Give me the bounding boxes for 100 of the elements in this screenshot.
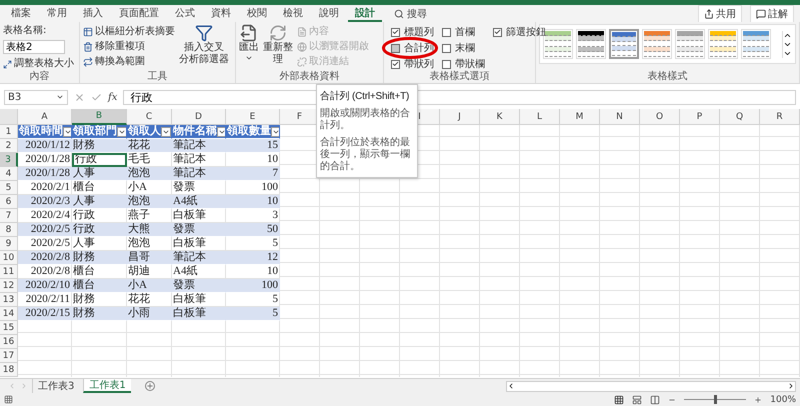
table-style-thumbnail[interactable] — [609, 29, 639, 59]
row-header[interactable]: 2 — [0, 139, 18, 153]
row-header[interactable]: 4 — [0, 167, 18, 181]
ribbon-tab[interactable]: 檢視 — [276, 5, 310, 22]
tool-button[interactable]: 轉換為範圍 — [83, 55, 175, 69]
filter-dropdown-button[interactable] — [117, 126, 126, 136]
row-header[interactable]: 12 — [0, 279, 18, 293]
style-option-checkbox[interactable]: 末欄 — [442, 41, 485, 55]
group-title: 表格樣式選項 — [430, 71, 490, 83]
normal-view-icon[interactable] — [614, 394, 624, 404]
style-option-checkbox[interactable]: 標題列 — [391, 25, 434, 39]
filter-dropdown-button[interactable] — [63, 126, 71, 136]
row-header[interactable]: 1 — [0, 125, 18, 139]
style-option-checkbox[interactable]: 帶狀列 — [391, 57, 434, 71]
search-box[interactable]: 搜尋 — [394, 6, 427, 20]
ribbon-tab[interactable]: 公式 — [168, 5, 202, 22]
name-box[interactable]: B3 — [4, 90, 68, 104]
column-header[interactable]: D — [172, 109, 226, 125]
row-header[interactable]: 8 — [0, 223, 18, 237]
ribbon-tab[interactable]: 頁面配置 — [112, 5, 166, 22]
page-layout-icon[interactable] — [632, 394, 642, 404]
row-header[interactable]: 15 — [0, 321, 18, 335]
scroll-right-icon[interactable] — [787, 382, 795, 390]
column-header[interactable]: P — [680, 109, 720, 125]
table-cell: 人事 — [72, 195, 127, 209]
row-header[interactable]: 18 — [0, 363, 18, 377]
column-header[interactable]: J — [440, 109, 480, 125]
check-icon — [392, 28, 399, 36]
ribbon-tab[interactable]: 資料 — [204, 5, 238, 22]
check-icon — [494, 28, 501, 36]
ribbon-tab[interactable]: 校閱 — [240, 5, 274, 22]
ribbon-tab[interactable]: 檔案 — [4, 5, 38, 22]
filter-dropdown-button[interactable] — [217, 126, 225, 136]
column-header[interactable]: R — [760, 109, 800, 125]
table-cell: 2020/1/28 — [18, 167, 72, 181]
row-header[interactable]: 5 — [0, 181, 18, 195]
column-header[interactable]: Q — [720, 109, 760, 125]
row-header[interactable]: 11 — [0, 265, 18, 279]
column-header[interactable]: K — [480, 109, 520, 125]
table-cell: 12 — [226, 251, 280, 265]
row-header[interactable]: 10 — [0, 251, 18, 265]
zoom-slider-thumb[interactable] — [714, 395, 718, 404]
table-cell: 2020/2/3 — [18, 195, 72, 209]
table-header-cell: 領取數量 — [226, 125, 280, 139]
table-cell: A4紙 — [172, 265, 226, 279]
ribbon-tab[interactable]: 說明 — [312, 5, 346, 22]
column-header[interactable]: A — [18, 109, 72, 125]
row-header[interactable]: 17 — [0, 349, 18, 363]
share-icon — [704, 8, 714, 18]
style-option-checkbox[interactable]: 首欄 — [442, 25, 485, 39]
horizontal-scrollbar[interactable] — [506, 380, 796, 392]
table-cell: 花花 — [127, 293, 172, 307]
add-sheet-icon[interactable] — [144, 381, 155, 391]
column-header[interactable]: B — [72, 109, 127, 125]
tool-button[interactable]: 以樞紐分析表摘要 — [83, 25, 175, 39]
check-icon — [392, 60, 399, 68]
resize-table-button[interactable]: 調整表格大小 — [3, 57, 74, 71]
row-header[interactable]: 14 — [0, 307, 18, 321]
table-cell: 毛毛 — [127, 153, 172, 167]
zoom-level: 100% — [770, 394, 796, 404]
row-header[interactable]: 7 — [0, 209, 18, 223]
table-cell: 財務 — [72, 293, 127, 307]
column-header[interactable]: N — [600, 109, 640, 125]
comment-button[interactable]: 註解 — [750, 4, 794, 22]
page-break-icon[interactable] — [650, 394, 660, 404]
column-header[interactable]: C — [127, 109, 172, 125]
caret-icon — [245, 54, 253, 62]
export-button[interactable]: 匯出 — [239, 24, 259, 71]
refresh-button[interactable]: 重新整 理 — [263, 24, 293, 71]
column-header[interactable]: M — [560, 109, 600, 125]
row-header[interactable]: 6 — [0, 195, 18, 209]
insert-slicer-button[interactable]: 插入交叉 分析篩選器 — [179, 24, 229, 71]
row-header[interactable]: 16 — [0, 335, 18, 349]
ribbon-tab[interactable]: 插入 — [76, 5, 110, 22]
table-cell: 泡泡 — [127, 237, 172, 251]
sheet-tab[interactable]: 工作表1 — [83, 379, 131, 393]
insert-function-button[interactable]: fx — [108, 92, 118, 102]
table-cell: 泡泡 — [127, 167, 172, 181]
table-cell: 10 — [226, 153, 280, 167]
search-icon — [394, 8, 404, 18]
table-name-field[interactable]: 表格2 — [3, 40, 65, 54]
style-option-checkbox[interactable]: 帶狀欄 — [442, 57, 485, 71]
table-cell: 花花 — [127, 139, 172, 153]
column-header[interactable]: E — [226, 109, 280, 125]
zoom-in-icon[interactable] — [754, 396, 762, 404]
row-header[interactable]: 13 — [0, 293, 18, 307]
ribbon-tab[interactable]: 常用 — [40, 5, 74, 22]
table-cell: 小雨 — [127, 307, 172, 321]
share-button[interactable]: 共用 — [698, 4, 742, 22]
globe-icon — [297, 42, 307, 52]
style-option-checkbox[interactable]: 篩選按鈕 — [493, 25, 546, 39]
group-title: 外部表格資料 — [280, 71, 340, 83]
row-header[interactable]: 9 — [0, 237, 18, 251]
table-cell: 筆記本 — [172, 153, 226, 167]
filter-dropdown-button[interactable] — [271, 126, 279, 136]
row-header[interactable]: 3 — [0, 153, 18, 167]
column-header[interactable]: O — [640, 109, 680, 125]
scroll-left-icon[interactable] — [507, 382, 515, 390]
tool-button[interactable]: 移除重複項 — [83, 40, 175, 54]
column-header[interactable]: L — [520, 109, 560, 125]
